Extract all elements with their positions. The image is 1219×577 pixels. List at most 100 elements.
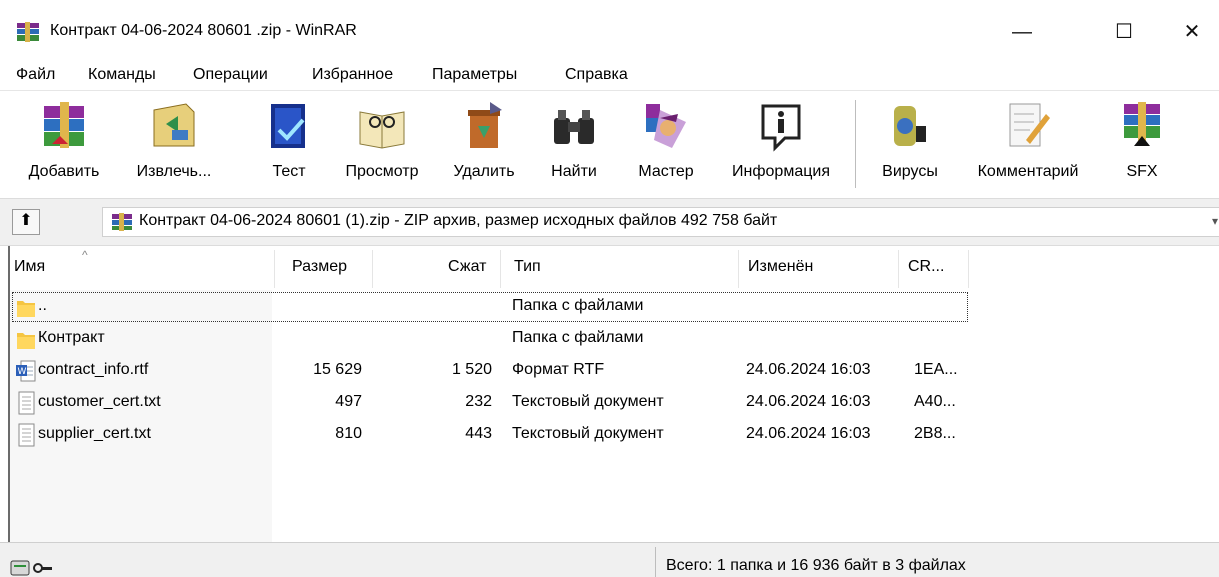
- wizard-icon: [646, 104, 686, 148]
- column-divider: [968, 250, 969, 288]
- svg-text:W: W: [18, 367, 27, 377]
- file-crc: 2B8...: [914, 425, 956, 442]
- file-modified: 24.06.2024 16:03: [746, 425, 871, 442]
- view-button[interactable]: Просмотр: [334, 100, 430, 190]
- menu-help[interactable]: Справка: [565, 66, 628, 84]
- file-type: Текстовый документ: [512, 393, 664, 410]
- add-button[interactable]: Добавить: [18, 100, 110, 190]
- text-file-icon: [18, 423, 35, 447]
- file-packed: 443: [465, 425, 492, 442]
- find-icon: [554, 110, 594, 144]
- delete-label: Удалить: [453, 163, 515, 180]
- column-header-row: ^ Имя Размер Сжат Тип Изменён CR...: [10, 246, 1219, 290]
- folder-icon: [17, 333, 35, 349]
- file-name: ..: [38, 297, 47, 314]
- minimize-button[interactable]: —: [1000, 14, 1044, 50]
- file-size: 15 629: [313, 361, 362, 378]
- status-bar: Всего: 1 папка и 16 936 байт в 3 файлах: [0, 542, 1219, 577]
- list-item[interactable]: Контракт Папка с файлами: [10, 324, 1219, 356]
- file-packed: 232: [465, 393, 492, 410]
- chevron-down-icon[interactable]: ▾: [1212, 214, 1218, 228]
- find-label: Найти: [551, 163, 597, 180]
- file-crc: A40...: [914, 393, 956, 410]
- wizard-button[interactable]: Мастер: [626, 100, 706, 190]
- extract-label: Извлечь...: [136, 163, 212, 180]
- column-header-modified[interactable]: Изменён: [748, 258, 813, 276]
- address-bar: ⬆ Контракт 04-06-2024 80601 (1).zip - ZI…: [0, 198, 1219, 246]
- word-document-icon: W: [16, 360, 36, 382]
- window-title: Контракт 04-06-2024 80601 .zip - WinRAR: [50, 22, 357, 39]
- focus-indicator: [12, 292, 968, 322]
- address-field[interactable]: Контракт 04-06-2024 80601 (1).zip - ZIP …: [102, 207, 1219, 237]
- text-file-icon: [18, 391, 35, 415]
- folder-icon: [17, 301, 35, 317]
- file-modified: 24.06.2024 16:03: [746, 361, 871, 378]
- close-button[interactable]: ✕: [1170, 14, 1214, 50]
- comment-label: Комментарий: [977, 163, 1079, 180]
- winrar-app-icon: [17, 22, 39, 42]
- file-list[interactable]: ^ Имя Размер Сжат Тип Изменён CR... .. П…: [8, 246, 1219, 542]
- list-item[interactable]: customer_cert.txt 497 232 Текстовый доку…: [10, 388, 1219, 420]
- comment-button[interactable]: Комментарий: [960, 100, 1096, 190]
- list-item[interactable]: W contract_info.rtf 15 629 1 520 Формат …: [10, 356, 1219, 388]
- file-name: Контракт: [38, 329, 105, 346]
- column-divider: [500, 250, 501, 288]
- sfx-icon: [1124, 102, 1160, 146]
- sort-ascending-icon: ^: [82, 248, 88, 262]
- menu-bar: Файл Команды Операции Избранное Параметр…: [0, 64, 1219, 90]
- menu-commands[interactable]: Команды: [88, 66, 156, 84]
- drive-key-icon: [10, 560, 52, 576]
- list-item[interactable]: supplier_cert.txt 810 443 Текстовый доку…: [10, 420, 1219, 452]
- extract-icon: [153, 103, 195, 147]
- info-button[interactable]: Информация: [718, 100, 844, 190]
- menu-favorites[interactable]: Избранное: [312, 66, 393, 84]
- delete-button[interactable]: Удалить: [440, 100, 528, 190]
- file-type: Формат RTF: [512, 361, 605, 378]
- file-name: customer_cert.txt: [38, 393, 161, 410]
- up-folder-button[interactable]: ⬆: [12, 209, 40, 235]
- column-header-size[interactable]: Размер: [292, 258, 347, 276]
- column-header-type[interactable]: Тип: [514, 258, 541, 276]
- add-archive-icon: [44, 102, 84, 148]
- status-divider: [655, 547, 656, 577]
- extract-button[interactable]: Извлечь...: [118, 100, 230, 190]
- column-header-name[interactable]: Имя: [14, 258, 45, 276]
- virus-scan-label: Вирусы: [882, 163, 938, 180]
- column-divider: [274, 250, 275, 288]
- list-item[interactable]: .. Папка с файлами: [10, 292, 1219, 324]
- test-label: Тест: [272, 163, 306, 180]
- file-type: Папка с файлами: [512, 297, 644, 314]
- menu-file[interactable]: Файл: [16, 66, 55, 84]
- virus-scan-button[interactable]: Вирусы: [870, 100, 950, 190]
- toolbar: Добавить Извлечь... Тест Просмотр Удалит…: [0, 92, 1219, 196]
- view-label: Просмотр: [345, 163, 419, 180]
- virus-scan-icon: [894, 106, 926, 146]
- file-packed: 1 520: [451, 361, 492, 378]
- wizard-label: Мастер: [638, 163, 694, 180]
- status-summary: Всего: 1 папка и 16 936 байт в 3 файлах: [666, 557, 966, 574]
- column-divider: [898, 250, 899, 288]
- add-label: Добавить: [28, 163, 100, 180]
- toolbar-top-divider: [0, 90, 1219, 91]
- sfx-button[interactable]: SFX: [1110, 100, 1174, 190]
- column-header-packed[interactable]: Сжат: [448, 258, 486, 276]
- info-icon: [761, 104, 801, 152]
- maximize-button[interactable]: ☐: [1102, 14, 1146, 50]
- title-bar: Контракт 04-06-2024 80601 .zip - WinRAR …: [0, 0, 1219, 64]
- info-label: Информация: [732, 163, 830, 180]
- file-type: Текстовый документ: [512, 425, 664, 442]
- menu-options[interactable]: Параметры: [432, 66, 517, 84]
- test-button[interactable]: Тест: [258, 100, 320, 190]
- comment-icon: [1009, 103, 1050, 147]
- sfx-label: SFX: [1126, 163, 1158, 180]
- file-name: contract_info.rtf: [38, 361, 149, 378]
- file-name: supplier_cert.txt: [38, 425, 151, 442]
- view-icon: [359, 111, 405, 149]
- menu-operations[interactable]: Операции: [193, 66, 268, 84]
- column-divider: [738, 250, 739, 288]
- test-icon: [271, 104, 305, 148]
- find-button[interactable]: Найти: [536, 100, 612, 190]
- file-size: 810: [335, 425, 362, 442]
- delete-icon: [468, 102, 502, 148]
- column-header-crc[interactable]: CR...: [908, 258, 944, 276]
